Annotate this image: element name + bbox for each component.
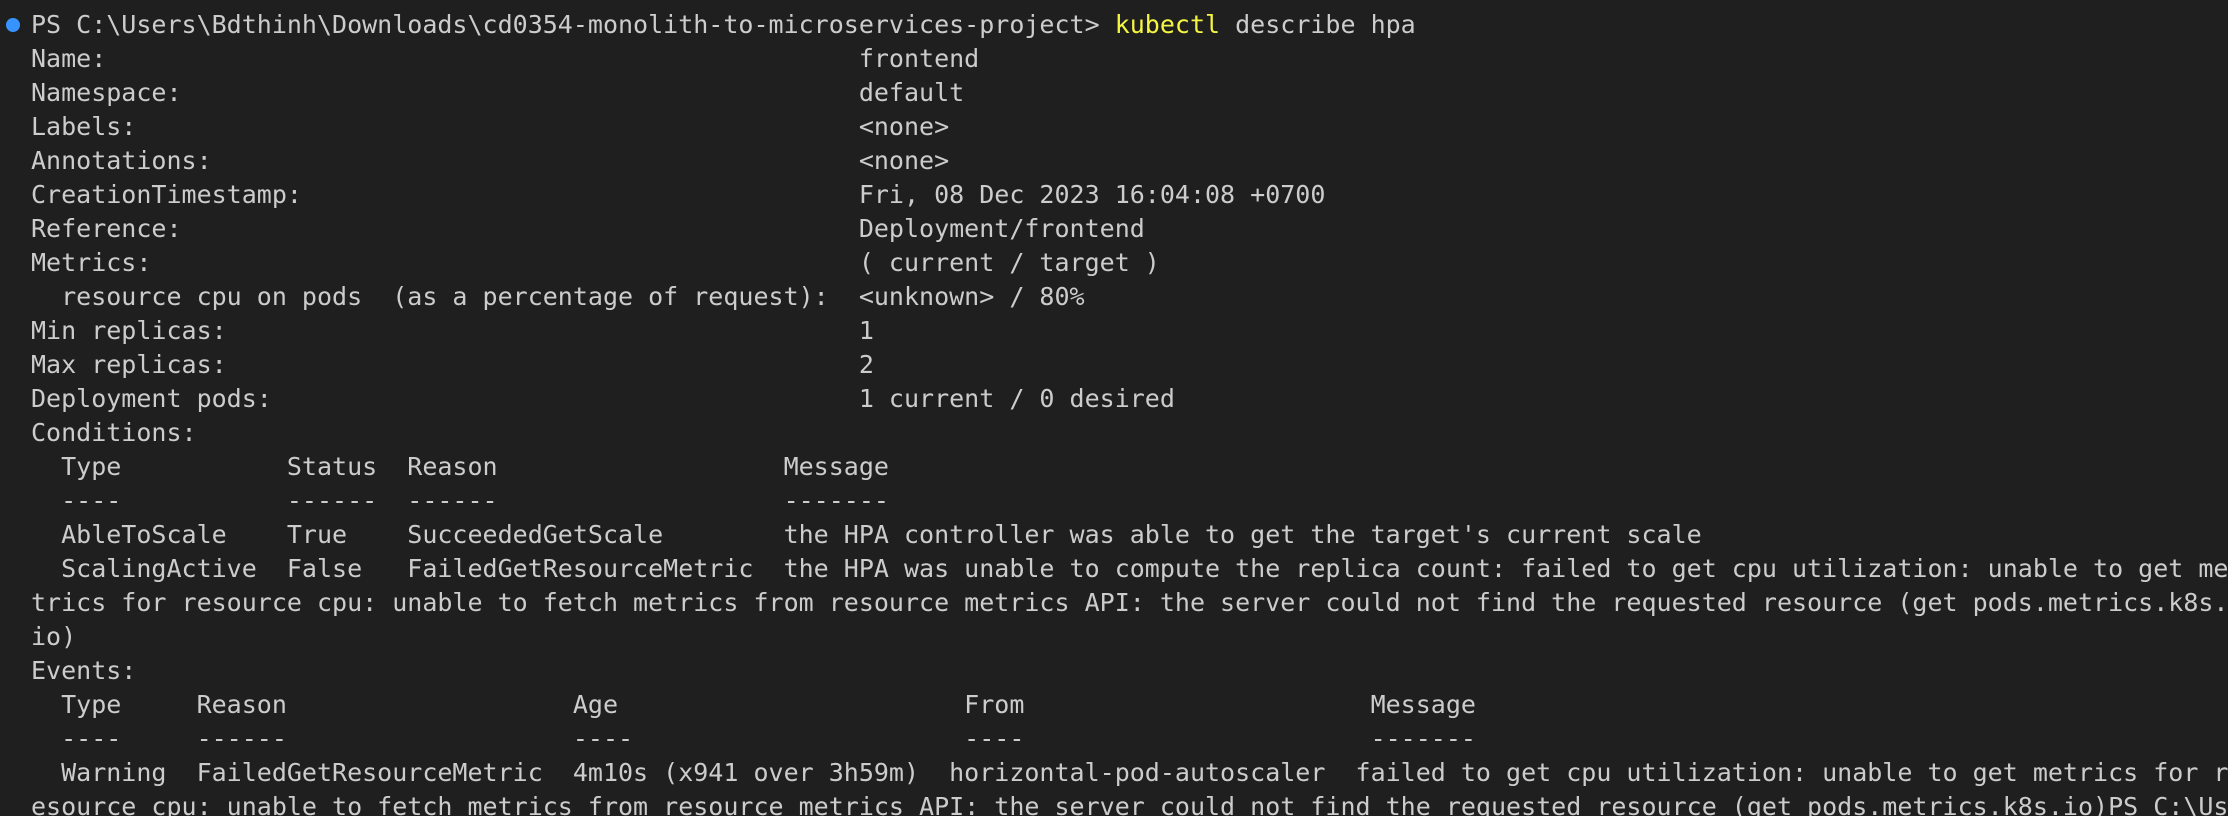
conditions-table-row: AbleToScale True SucceededGetScale the H… bbox=[31, 520, 1702, 549]
output-line-metric-cpu: resource cpu on pods (as a percentage of… bbox=[31, 282, 1085, 311]
output-line-reference: Reference: Deployment/frontend bbox=[31, 214, 1145, 243]
conditions-table-row: ScalingActive False FailedGetResourceMet… bbox=[31, 554, 2228, 583]
prompt-path: PS C:\Users\Bdthinh\Downloads\cd0354-mon… bbox=[31, 10, 1115, 39]
output-line-creation-timestamp: CreationTimestamp: Fri, 08 Dec 2023 16:0… bbox=[31, 180, 1326, 209]
output-line-annotations: Annotations: <none> bbox=[31, 146, 950, 175]
conditions-table-row-wrap: io) bbox=[31, 622, 77, 651]
terminal-window[interactable]: PS C:\Users\Bdthinh\Downloads\cd0354-mon… bbox=[0, 0, 2228, 816]
output-line-metrics: Metrics: ( current / target ) bbox=[31, 248, 1160, 277]
output-line-conditions: Conditions: bbox=[31, 418, 197, 447]
conditions-table-header: Type Status Reason Message bbox=[31, 452, 889, 481]
output-line-labels: Labels: <none> bbox=[31, 112, 950, 141]
prompt-line: PS C:\Users\Bdthinh\Downloads\cd0354-mon… bbox=[31, 8, 1416, 42]
events-table-row: Warning FailedGetResourceMetric 4m10s (x… bbox=[31, 758, 2228, 787]
output-line-name: Name: frontend bbox=[31, 44, 980, 73]
output-line-max-replicas: Max replicas: 2 bbox=[31, 350, 874, 379]
events-table-row-wrap: esource cpu: unable to fetch metrics fro… bbox=[31, 792, 2228, 816]
command-status-dot-icon[interactable] bbox=[6, 18, 20, 32]
output-line-min-replicas: Min replicas: 1 bbox=[31, 316, 874, 345]
events-table-divider: ---- ------ ---- ---- ------- bbox=[31, 724, 1476, 753]
conditions-table-divider: ---- ------ ------ ------- bbox=[31, 486, 889, 515]
conditions-table-row-wrap: trics for resource cpu: unable to fetch … bbox=[31, 588, 2228, 617]
events-table-header: Type Reason Age From Message bbox=[31, 690, 1476, 719]
command-name: kubectl bbox=[1114, 10, 1221, 39]
command-args: describe hpa bbox=[1220, 10, 1416, 39]
output-line-events: Events: bbox=[31, 656, 137, 685]
output-line-namespace: Namespace: default bbox=[31, 78, 965, 107]
output-line-deployment-pods: Deployment pods: 1 current / 0 desired bbox=[31, 384, 1175, 413]
